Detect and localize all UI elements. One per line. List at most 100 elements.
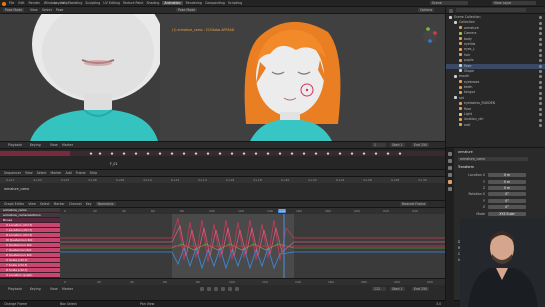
- right-mode-dropdown[interactable]: Pose Mode: [176, 8, 198, 13]
- blender-logo-icon[interactable]: [2, 1, 6, 6]
- visibility-eye-icon[interactable]: [539, 102, 542, 106]
- visibility-eye-icon[interactable]: [539, 21, 542, 25]
- graph-editor[interactable]: Graph Editor View Select Marker Channel …: [0, 200, 445, 279]
- visibility-eye-icon[interactable]: [539, 64, 542, 68]
- transform-field-value[interactable]: XYZ Euler: [488, 211, 526, 216]
- sequencer-ruler[interactable]: 0+01 0+03 0+05 0+06 0+08 0+10 0+12 0+14 0+16 0+18…: [0, 177, 445, 183]
- graph-snap-dropdown[interactable]: Nearest Frame: [400, 202, 428, 207]
- visibility-eye-icon[interactable]: [539, 86, 542, 90]
- output-tab-icon[interactable]: [448, 166, 452, 170]
- play-reverse-icon[interactable]: [214, 287, 218, 291]
- timeline-keying-menu[interactable]: Keying: [30, 287, 41, 291]
- outliner-tree[interactable]: Scene Collection Collection armature Camera…: [446, 15, 545, 145]
- sequencer-add-menu[interactable]: Add: [66, 171, 72, 176]
- visibility-eye-icon[interactable]: [539, 32, 542, 36]
- properties-transform-section[interactable]: Transform: [458, 165, 474, 169]
- left-select-menu[interactable]: Select: [42, 8, 52, 12]
- timeline-view-menu[interactable]: View: [50, 287, 58, 291]
- transform-field-value[interactable]: 0°: [488, 192, 526, 197]
- outliner-search-input[interactable]: [456, 8, 526, 13]
- visibility-eye-icon[interactable]: [539, 48, 542, 52]
- sequencer-view-menu[interactable]: View: [25, 171, 33, 176]
- graph-current-frame[interactable]: 112: [278, 208, 287, 213]
- visibility-eye-icon[interactable]: [539, 37, 542, 41]
- jump-start-icon[interactable]: [200, 287, 204, 291]
- timeline-editor[interactable]: 020406080100120140160180200220240 Playba…: [0, 278, 466, 300]
- left-view-menu[interactable]: View: [30, 8, 38, 12]
- timeline-ruler[interactable]: 020406080100120140160180200220240: [0, 279, 466, 285]
- visibility-eye-icon[interactable]: [539, 43, 542, 47]
- graph-select-menu[interactable]: Select: [40, 202, 50, 206]
- right-3d-viewport[interactable]: (1) armature_camo : CCHAdos AFREAD: [160, 14, 445, 141]
- left-mode-dropdown[interactable]: Pose Mode: [3, 8, 25, 13]
- dopesheet-marker-menu[interactable]: Marker: [62, 143, 73, 147]
- dopesheet-start-field[interactable]: Start 1: [390, 143, 405, 148]
- transform-field-value[interactable]: 0°: [488, 205, 526, 210]
- sequencer-editor[interactable]: Sequencer View Select Marker Add Frame S…: [0, 169, 445, 200]
- view-layer-selector[interactable]: View Layer: [492, 1, 536, 6]
- timeline-playback-menu[interactable]: Playback: [8, 287, 22, 291]
- graph-key-menu[interactable]: Key: [86, 202, 92, 206]
- timeline-frame-field[interactable]: 112: [372, 287, 386, 292]
- visibility-eye-icon[interactable]: [539, 107, 542, 111]
- sequencer-editor-type[interactable]: Sequencer: [4, 171, 21, 176]
- dopesheet-marker-label[interactable]: F_01: [110, 162, 117, 166]
- graph-editor-type[interactable]: Graph Editor: [4, 202, 24, 206]
- graph-marker-menu[interactable]: Marker: [54, 202, 65, 206]
- constraint-tab-icon[interactable]: [448, 187, 452, 191]
- transform-field-value[interactable]: 0 m: [488, 179, 526, 184]
- tab-scripting[interactable]: Scripting: [228, 1, 242, 5]
- tool-tab-icon[interactable]: [448, 152, 452, 156]
- visibility-eye-icon[interactable]: [539, 97, 542, 101]
- visibility-eye-icon[interactable]: [539, 75, 542, 79]
- menu-file[interactable]: File: [9, 1, 14, 5]
- visibility-eye-icon[interactable]: [539, 91, 542, 95]
- tab-animation[interactable]: Animation: [162, 1, 183, 5]
- prev-key-icon[interactable]: [207, 287, 211, 291]
- tab-compositing[interactable]: Compositing: [205, 1, 225, 5]
- left-3d-viewport[interactable]: [0, 14, 160, 141]
- object-tab-icon[interactable]: [448, 180, 452, 184]
- outliner-filter-icon[interactable]: [449, 8, 453, 13]
- visibility-eye-icon[interactable]: [539, 80, 542, 84]
- visibility-eye-icon[interactable]: [539, 70, 542, 74]
- tab-layout[interactable]: Layout: [54, 1, 65, 5]
- dopesheet-strip[interactable]: Playback Keying View Marker 1 Start 1 En…: [0, 141, 445, 169]
- transform-field-value[interactable]: 0°: [488, 198, 526, 203]
- outliner[interactable]: Scene Collection Collection armature Camera…: [445, 7, 545, 147]
- visibility-eye-icon[interactable]: [539, 124, 542, 127]
- menu-render[interactable]: Render: [29, 1, 40, 5]
- timeline-marker-menu[interactable]: Marker: [62, 287, 73, 291]
- sequencer-strip-menu[interactable]: Strip: [90, 171, 98, 176]
- graph-curve-area[interactable]: 0 20 40 60 80 100 120 140 160 180 200 220 240 112: [60, 208, 445, 279]
- tab-uv-editing[interactable]: UV Editing: [103, 1, 120, 5]
- jump-end-icon[interactable]: [235, 287, 239, 291]
- tab-sculpting[interactable]: Sculpting: [85, 1, 100, 5]
- right-options-button[interactable]: Options: [418, 8, 435, 13]
- graph-channel-menu[interactable]: Channel: [69, 202, 82, 206]
- dopesheet-frame-field[interactable]: 1: [372, 143, 386, 148]
- dopesheet-keying-menu[interactable]: Keying: [30, 143, 41, 147]
- dopesheet-end-field[interactable]: End 250: [412, 143, 430, 148]
- dopesheet-view-menu[interactable]: View: [50, 143, 58, 147]
- visibility-eye-icon[interactable]: [539, 118, 542, 122]
- graph-normalize-toggle[interactable]: Normalize: [95, 202, 116, 207]
- tab-texture-paint[interactable]: Texture Paint: [123, 1, 144, 5]
- graph-view-menu[interactable]: View: [28, 202, 36, 206]
- tab-rendering[interactable]: Rendering: [186, 1, 202, 5]
- tab-shading[interactable]: Shading: [146, 1, 159, 5]
- visibility-eye-icon[interactable]: [539, 53, 542, 57]
- visibility-eye-icon[interactable]: [539, 113, 542, 117]
- properties-data-name[interactable]: armature_camo: [458, 157, 528, 161]
- sequencer-frame-menu[interactable]: Frame: [76, 171, 86, 176]
- timeline-end-field[interactable]: End 250: [412, 287, 430, 292]
- timeline-start-field[interactable]: Start 1: [390, 287, 405, 292]
- outliner-row[interactable]: wall: [446, 123, 545, 128]
- transform-field-value[interactable]: 0 m: [488, 185, 526, 190]
- scene-tab-icon[interactable]: [448, 173, 452, 177]
- menu-edit[interactable]: Edit: [18, 1, 24, 5]
- play-icon[interactable]: [221, 287, 225, 291]
- properties-object-name[interactable]: armature: [458, 150, 473, 154]
- visibility-eye-icon[interactable]: [539, 26, 542, 30]
- transform-field-value[interactable]: 0 m: [488, 173, 526, 178]
